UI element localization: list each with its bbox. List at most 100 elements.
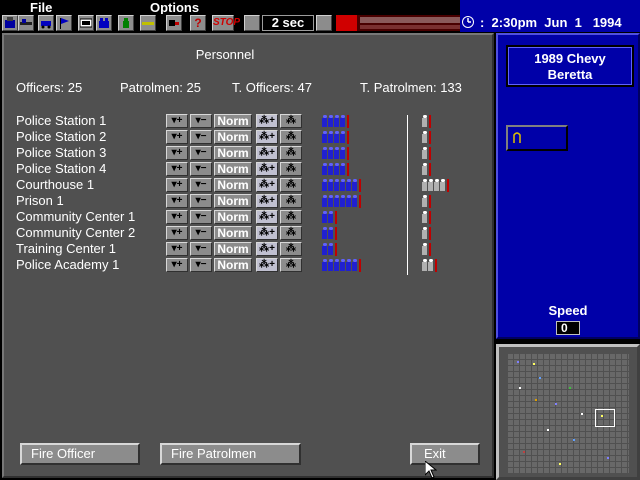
map-marker xyxy=(559,463,561,465)
station-row: Prison 1 ▾+ ▾− Norm ⁂+ ⁂ xyxy=(16,193,486,209)
norm-button[interactable]: Norm xyxy=(214,178,252,192)
menu-file[interactable]: File xyxy=(30,0,52,15)
status-meter-stripe xyxy=(360,17,460,23)
norm-button[interactable]: Norm xyxy=(214,130,252,144)
officer-cap-marker xyxy=(359,195,361,208)
fire-patrolmen-button[interactable]: Fire Patrolmen xyxy=(160,443,301,465)
norm-button[interactable]: Norm xyxy=(214,114,252,128)
patrolman-figure-icon xyxy=(422,243,428,255)
fire-officer-button[interactable]: Fire Officer xyxy=(20,443,140,465)
barrier-tool-icon[interactable] xyxy=(140,15,156,31)
remove-officer-button[interactable]: ⁂ xyxy=(280,226,302,240)
remove-officer-button[interactable]: ⁂ xyxy=(280,114,302,128)
flag-tool-icon[interactable] xyxy=(56,15,72,31)
clock-area: : 2:30pm Jun 1 1994 xyxy=(460,0,640,32)
station-tool-icon[interactable] xyxy=(2,15,18,31)
add-traffic-button[interactable]: ▾+ xyxy=(166,178,188,192)
add-officer-button[interactable]: ⁂+ xyxy=(256,114,278,128)
add-officer-button[interactable]: ⁂+ xyxy=(256,162,278,176)
minimap-grid[interactable] xyxy=(507,353,629,473)
officer-cap-marker xyxy=(359,179,361,192)
remove-traffic-button[interactable]: ▾− xyxy=(190,258,212,272)
menu-options[interactable]: Options xyxy=(150,0,199,15)
remove-officer-button[interactable]: ⁂ xyxy=(280,162,302,176)
map-marker xyxy=(607,457,609,459)
norm-button[interactable]: Norm xyxy=(214,146,252,160)
norm-button[interactable]: Norm xyxy=(214,162,252,176)
add-traffic-button[interactable]: ▾+ xyxy=(166,130,188,144)
station-name: Police Academy 1 xyxy=(16,257,120,272)
norm-button[interactable]: Norm xyxy=(214,226,252,240)
mouse-cursor-icon xyxy=(425,461,437,479)
patrolman-figure-icon xyxy=(422,131,428,143)
add-traffic-button[interactable]: ▾+ xyxy=(166,162,188,176)
station-row: Courthouse 1 ▾+ ▾− Norm ⁂+ ⁂ xyxy=(16,177,486,193)
add-traffic-button[interactable]: ▾+ xyxy=(166,194,188,208)
add-officer-button[interactable]: ⁂+ xyxy=(256,242,278,256)
officer-figure-icon xyxy=(340,163,346,175)
station-row: Police Station 3 ▾+ ▾− Norm ⁂+ ⁂ xyxy=(16,145,486,161)
remove-officer-button[interactable]: ⁂ xyxy=(280,146,302,160)
map-marker xyxy=(533,363,535,365)
exit-button[interactable]: Exit xyxy=(410,443,480,465)
officer-cap-marker xyxy=(335,227,337,240)
add-officer-button[interactable]: ⁂+ xyxy=(256,258,278,272)
speed-up-button[interactable] xyxy=(316,15,332,31)
add-traffic-button[interactable]: ▾+ xyxy=(166,258,188,272)
officer-figure-icon xyxy=(352,259,358,271)
vehicle-slot[interactable] xyxy=(506,125,568,151)
add-officer-button[interactable]: ⁂+ xyxy=(256,130,278,144)
remove-traffic-button[interactable]: ▾− xyxy=(190,162,212,176)
remove-traffic-button[interactable]: ▾− xyxy=(190,130,212,144)
personnel-tool-icon[interactable] xyxy=(96,15,112,31)
map-marker xyxy=(569,387,571,389)
remove-officer-button[interactable]: ⁂ xyxy=(280,194,302,208)
remove-traffic-button[interactable]: ▾− xyxy=(190,178,212,192)
remove-traffic-button[interactable]: ▾− xyxy=(190,210,212,224)
officer-figure-icon xyxy=(340,131,346,143)
add-traffic-button[interactable]: ▾+ xyxy=(166,114,188,128)
officer-tool-icon[interactable] xyxy=(118,15,134,31)
officer-figure-icon xyxy=(340,147,346,159)
remove-traffic-button[interactable]: ▾− xyxy=(190,114,212,128)
officer-cap-marker xyxy=(347,131,349,144)
add-officer-button[interactable]: ⁂+ xyxy=(256,178,278,192)
remove-traffic-button[interactable]: ▾− xyxy=(190,146,212,160)
minimap[interactable] xyxy=(496,344,640,480)
remove-officer-button[interactable]: ⁂ xyxy=(280,130,302,144)
vehicle-tool-icon[interactable] xyxy=(38,15,54,31)
road-tool-icon[interactable] xyxy=(18,15,34,31)
norm-button[interactable]: Norm xyxy=(214,194,252,208)
speed-down-button[interactable] xyxy=(244,15,260,31)
add-officer-button[interactable]: ⁂+ xyxy=(256,226,278,240)
minimap-viewport[interactable] xyxy=(595,409,615,427)
dispatch-tool-icon[interactable] xyxy=(166,15,182,31)
remove-officer-button[interactable]: ⁂ xyxy=(280,258,302,272)
stop-button[interactable]: STOP xyxy=(212,15,240,31)
add-officer-button[interactable]: ⁂+ xyxy=(256,146,278,160)
norm-button[interactable]: Norm xyxy=(214,258,252,272)
patrolman-figure-icon xyxy=(422,147,428,159)
norm-button[interactable]: Norm xyxy=(214,242,252,256)
remove-traffic-button[interactable]: ▾− xyxy=(190,226,212,240)
add-traffic-button[interactable]: ▾+ xyxy=(166,226,188,240)
remove-officer-button[interactable]: ⁂ xyxy=(280,210,302,224)
norm-button[interactable]: Norm xyxy=(214,210,252,224)
clock-icon[interactable] xyxy=(460,14,476,30)
patrolman-figure-icon xyxy=(422,163,428,175)
station-name: Police Station 1 xyxy=(16,113,107,128)
monitor-tool-icon[interactable] xyxy=(78,15,94,31)
patrolman-figure-icon xyxy=(422,227,428,239)
patrol-figures xyxy=(422,209,431,225)
add-officer-button[interactable]: ⁂+ xyxy=(256,194,278,208)
help-button[interactable]: ? xyxy=(190,15,206,31)
remove-traffic-button[interactable]: ▾− xyxy=(190,194,212,208)
map-marker xyxy=(517,361,519,363)
add-traffic-button[interactable]: ▾+ xyxy=(166,242,188,256)
add-traffic-button[interactable]: ▾+ xyxy=(166,210,188,224)
add-traffic-button[interactable]: ▾+ xyxy=(166,146,188,160)
remove-officer-button[interactable]: ⁂ xyxy=(280,178,302,192)
remove-officer-button[interactable]: ⁂ xyxy=(280,242,302,256)
add-officer-button[interactable]: ⁂+ xyxy=(256,210,278,224)
remove-traffic-button[interactable]: ▾− xyxy=(190,242,212,256)
